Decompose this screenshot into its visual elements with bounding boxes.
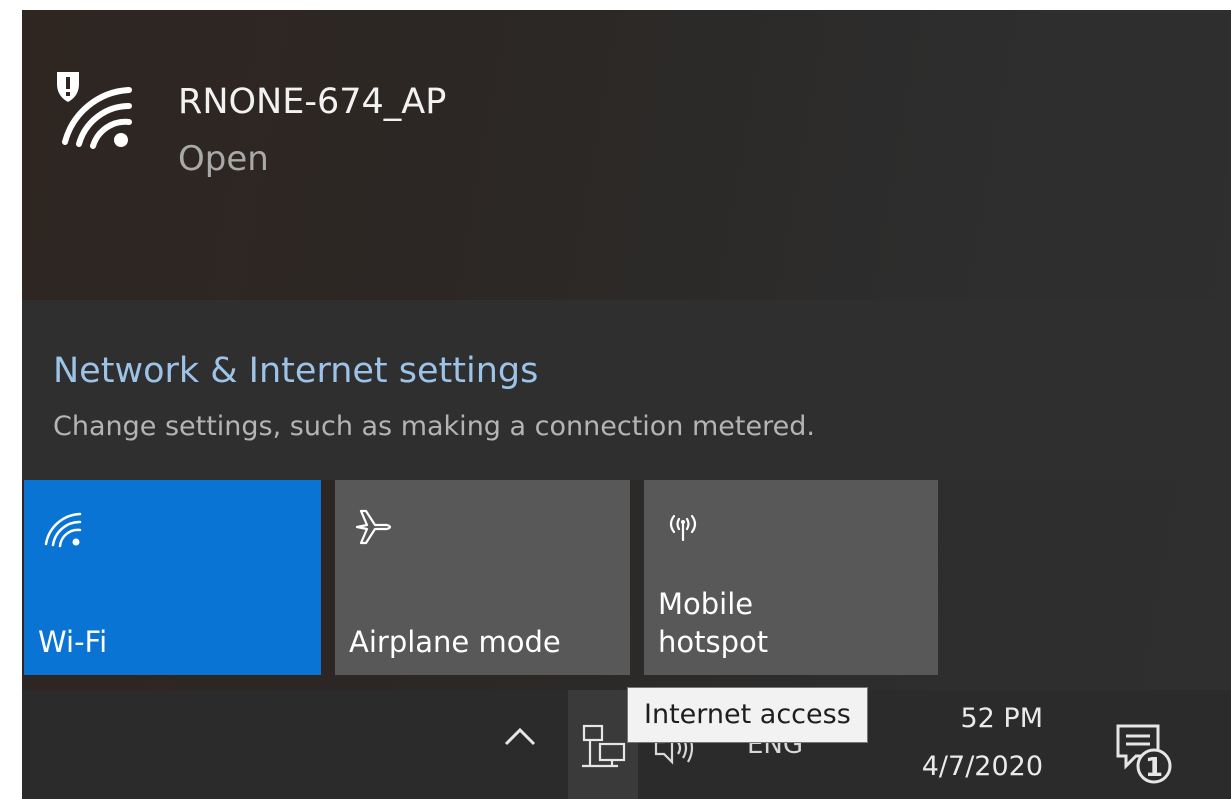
network-flyout: RNONE-674_AP Open Network & Internet set… [22, 10, 1231, 690]
mobile-hotspot-tile[interactable]: Mobile hotspot [644, 480, 938, 675]
clock-date[interactable]: 4/7/2020 [922, 750, 1043, 784]
tile-label-wifi: Wi-Fi [38, 625, 108, 659]
network-settings-link[interactable]: Network & Internet settings [53, 350, 538, 392]
chevron-up-icon[interactable] [500, 710, 540, 760]
settings-section: Network & Internet settings Change setti… [22, 300, 1231, 480]
clock-time[interactable]: 52 PM [960, 702, 1043, 736]
internet-access-tooltip: Internet access [627, 687, 868, 743]
network-status: Open [178, 139, 269, 179]
tile-label-airplane: Airplane mode [349, 625, 561, 659]
action-center-icon[interactable]: 1 [1114, 718, 1174, 788]
settings-description: Change settings, such as making a connec… [53, 411, 815, 442]
airplane-icon [355, 509, 392, 545]
ethernet-network-icon [582, 724, 626, 768]
network-list-item[interactable]: RNONE-674_AP Open [22, 10, 1231, 300]
airplane-mode-tile[interactable]: Airplane mode [335, 480, 630, 675]
wifi-toggle-tile[interactable]: Wi-Fi [24, 480, 321, 675]
wifi-icon [44, 512, 82, 548]
notification-count: 1 [1145, 753, 1163, 783]
network-name: RNONE-674_AP [178, 82, 447, 122]
tile-label-hotspot: Mobile hotspot [658, 587, 769, 659]
mobile-hotspot-icon [669, 514, 697, 542]
wifi-shield-warning-icon [57, 72, 132, 149]
